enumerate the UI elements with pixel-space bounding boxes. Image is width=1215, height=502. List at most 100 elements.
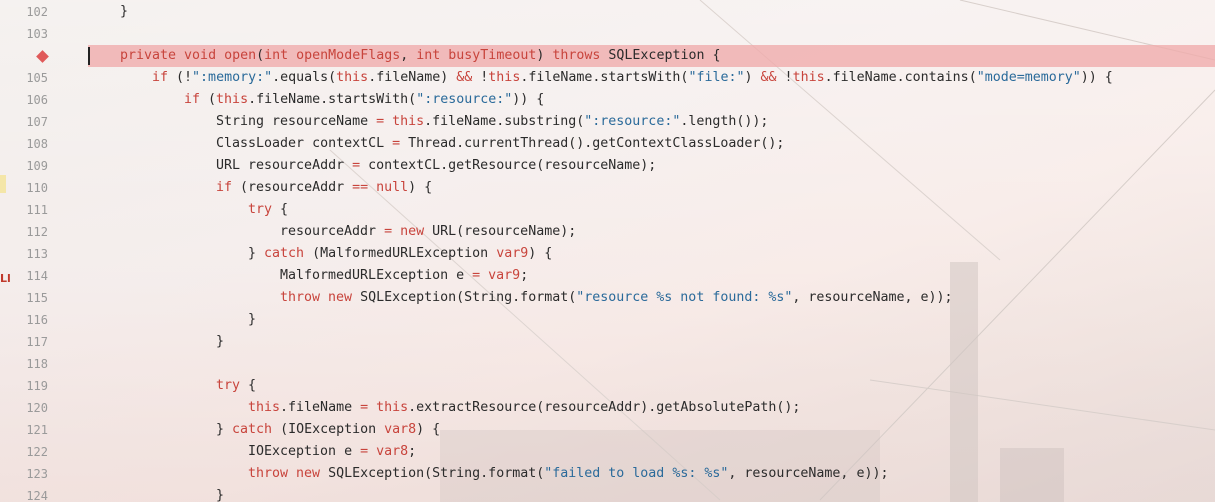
line-number[interactable]: 123 — [8, 463, 48, 485]
code-line[interactable]: if (!":memory:".equals(this.fileName) &&… — [152, 67, 1113, 89]
code-token: = — [384, 224, 401, 239]
code-token: var8 — [384, 422, 417, 437]
code-token: this — [792, 70, 825, 85]
code-token: if — [184, 92, 209, 107]
code-line[interactable]: try { — [248, 199, 288, 221]
code-token: } — [216, 488, 225, 502]
code-token: ! — [784, 70, 793, 85]
code-token: new — [400, 224, 433, 239]
line-number[interactable]: 115 — [8, 287, 48, 309]
code-token: this — [376, 400, 409, 415]
left-margin-strip: Ll — [0, 0, 11, 502]
line-number[interactable]: 110 — [8, 177, 48, 199]
code-token: var9 — [488, 268, 521, 283]
code-token: .fileName.startsWith( — [248, 92, 417, 107]
code-line[interactable]: } — [248, 309, 256, 331]
code-line[interactable]: } — [216, 331, 224, 353]
line-number[interactable]: 111 — [8, 199, 48, 221]
code-token: = — [360, 400, 377, 415]
code-token: "failed to load %s: %s" — [544, 466, 729, 481]
line-number-gutter[interactable]: 102 103 105 106 107 108 109 110 111 112 113 114 115 1… — [8, 0, 88, 502]
line-number[interactable]: 112 — [8, 221, 48, 243]
code-token: } — [216, 334, 225, 349]
code-token: new — [296, 466, 329, 481]
line-number[interactable]: 122 — [8, 441, 48, 463]
code-token: = — [360, 444, 377, 459]
code-line[interactable]: try { — [216, 375, 256, 397]
code-token: ":memory:" — [192, 70, 273, 85]
code-line[interactable]: if (resourceAddr == null) { — [216, 177, 432, 199]
code-line[interactable]: this.fileName = this.extractResource(res… — [248, 397, 800, 419]
code-token: { — [280, 202, 289, 217]
code-token: this — [488, 70, 521, 85]
line-number[interactable]: 114 — [8, 265, 48, 287]
code-line[interactable]: throw new SQLException(String.format("re… — [280, 287, 953, 309]
code-token: this — [248, 400, 281, 415]
line-number[interactable]: 124 — [8, 485, 48, 502]
code-token: (! — [176, 70, 193, 85]
line-number[interactable]: 117 — [8, 331, 48, 353]
code-token: void — [184, 48, 225, 63]
code-token: ":resource:" — [416, 92, 513, 107]
code-token: ":resource:" — [584, 114, 681, 129]
code-line[interactable]: throw new SQLException(String.format("fa… — [248, 463, 888, 485]
code-token: String resourceName — [216, 114, 377, 129]
line-number[interactable]: 119 — [8, 375, 48, 397]
code-token: ) { — [528, 246, 553, 261]
code-token: ) { — [416, 422, 441, 437]
code-line[interactable]: } catch (MalformedURLException var9) { — [248, 243, 552, 265]
code-line[interactable]: resourceAddr = new URL(resourceName); — [280, 221, 576, 243]
error-marker: Ll — [0, 272, 11, 285]
code-token: SQLException { — [608, 48, 721, 63]
line-number[interactable]: 106 — [8, 89, 48, 111]
line-number[interactable]: 108 — [8, 133, 48, 155]
line-number[interactable]: 102 — [8, 1, 48, 23]
code-token: && — [760, 70, 785, 85]
code-token: contextCL.getResource(resourceName); — [368, 158, 657, 173]
code-token: this — [336, 70, 369, 85]
code-token: catch — [232, 422, 281, 437]
code-token: SQLException(String.format( — [360, 290, 577, 305]
code-token: throw — [280, 290, 329, 305]
code-line[interactable]: if (this.fileName.startsWith(":resource:… — [184, 89, 544, 111]
code-token: ) { — [408, 180, 433, 195]
code-line[interactable]: } catch (IOException var8) { — [216, 419, 440, 441]
code-token: && — [456, 70, 481, 85]
line-number[interactable]: 121 — [8, 419, 48, 441]
code-line[interactable]: private void open(int openModeFlags, int… — [120, 45, 720, 67]
line-number[interactable]: 103 — [8, 23, 48, 45]
code-token: = — [376, 114, 393, 129]
code-token: var9 — [496, 246, 529, 261]
line-number[interactable]: 107 — [8, 111, 48, 133]
code-token: busyTimeout — [448, 48, 537, 63]
line-number[interactable] — [8, 45, 48, 67]
change-marker — [0, 175, 6, 193]
code-line[interactable]: IOException e = var8; — [248, 441, 416, 463]
code-token: .length()); — [680, 114, 769, 129]
code-token: new — [328, 290, 361, 305]
line-number[interactable]: 118 — [8, 353, 48, 375]
code-line[interactable]: MalformedURLException e = var9; — [280, 265, 528, 287]
code-line[interactable]: } — [120, 1, 128, 23]
code-editor[interactable]: } private void open(int openModeFlags, in… — [88, 0, 1215, 502]
code-token: } — [120, 4, 129, 19]
code-token: , resourceName, e)); — [728, 466, 889, 481]
code-token: MalformedURLException e — [280, 268, 473, 283]
code-line[interactable]: String resourceName = this.fileName.subs… — [216, 111, 768, 133]
code-line[interactable]: } — [216, 485, 224, 502]
line-number[interactable]: 105 — [8, 67, 48, 89]
code-token: , — [400, 48, 417, 63]
line-number[interactable]: 116 — [8, 309, 48, 331]
code-token: (resourceAddr — [240, 180, 353, 195]
code-token: ClassLoader contextCL — [216, 136, 393, 151]
code-token: private — [120, 48, 185, 63]
code-line[interactable]: ClassLoader contextCL = Thread.currentTh… — [216, 133, 784, 155]
line-number[interactable]: 113 — [8, 243, 48, 265]
code-token: (MalformedURLException — [312, 246, 497, 261]
code-token: openModeFlags — [296, 48, 401, 63]
code-token: Thread.currentThread().getContextClassLo… — [408, 136, 785, 151]
line-number[interactable]: 109 — [8, 155, 48, 177]
code-line[interactable]: URL resourceAddr = contextCL.getResource… — [216, 155, 656, 177]
line-number[interactable]: 120 — [8, 397, 48, 419]
code-token: "resource %s not found: %s" — [576, 290, 793, 305]
